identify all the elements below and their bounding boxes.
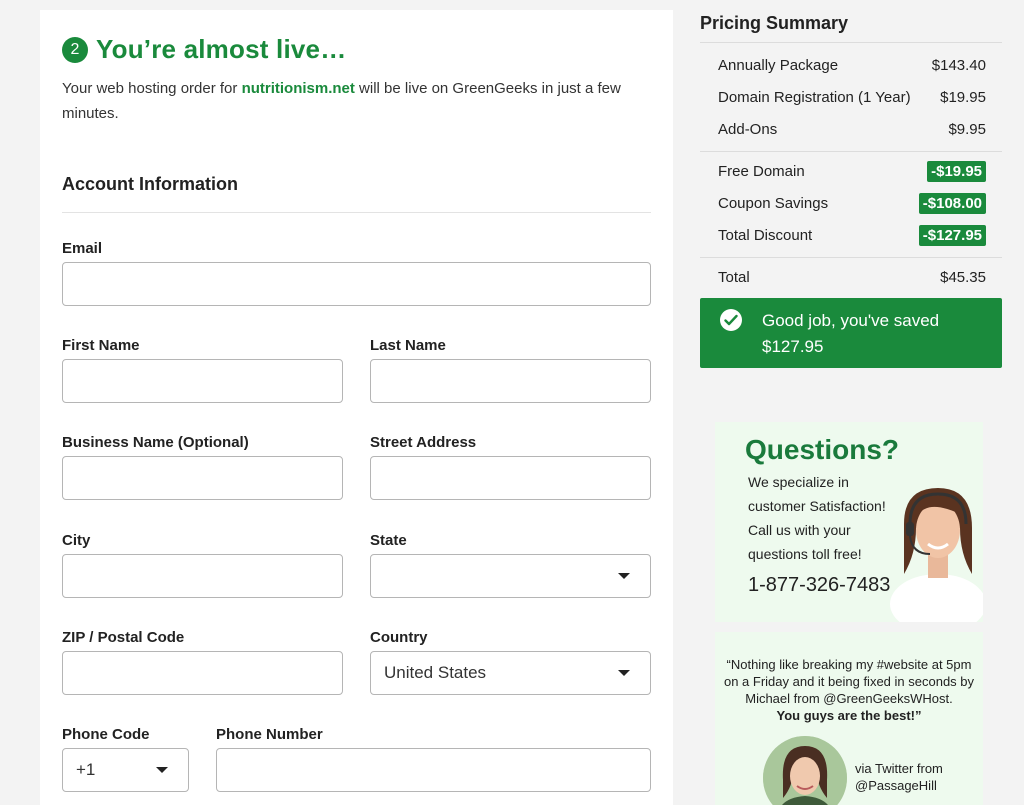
pricing-summary-title: Pricing Summary: [700, 13, 849, 33]
last-name-field[interactable]: [370, 359, 651, 403]
street-address-label: Street Address: [370, 434, 477, 451]
phone-number-field[interactable]: [216, 748, 651, 792]
discount-row: Coupon Savings -$108.00: [718, 192, 986, 214]
chevron-down-icon: [618, 670, 630, 676]
testimonial-quote: “Nothing like breaking my #website at 5p…: [723, 656, 975, 724]
intro-prefix: Your web hosting order for: [62, 80, 242, 97]
testimonial-handle: @PassageHill: [855, 778, 937, 793]
business-name-label: Business Name (Optional): [62, 434, 249, 451]
country-select-value: United States: [384, 663, 487, 682]
first-name-label: First Name: [62, 337, 140, 354]
discount-row: Free Domain -$19.95: [718, 160, 986, 182]
email-label: Email: [62, 240, 103, 257]
email-field[interactable]: [62, 262, 651, 306]
domain-name: nutritionism.net: [241, 80, 355, 97]
discount-label: Free Domain: [718, 162, 805, 180]
step-heading: 2 You’re almost live…: [62, 34, 346, 65]
discount-label: Coupon Savings: [718, 194, 829, 212]
checkout-form-card: 2 You’re almost live… Your web hosting o…: [40, 10, 673, 805]
summary-divider: [700, 151, 1002, 152]
business-name-field[interactable]: [62, 456, 343, 500]
city-field[interactable]: [62, 554, 343, 598]
testimonial-source: via Twitter from @PassageHill: [855, 760, 943, 794]
price-label: Add-Ons: [718, 120, 778, 138]
check-circle-icon: [720, 309, 742, 331]
testimonial-promo: “Nothing like breaking my #website at 5p…: [715, 632, 983, 805]
testimonial-quote-text: “Nothing like breaking my #website at 5p…: [723, 657, 975, 706]
discount-badge: -$19.95: [927, 160, 986, 182]
chevron-down-icon: [156, 767, 168, 773]
total-label: Total: [718, 268, 750, 286]
price-row: Annually Package $143.40: [718, 54, 986, 76]
testimonial-avatar: [763, 736, 847, 805]
support-title: Questions?: [745, 434, 900, 465]
price-row: Add-Ons $9.95: [718, 118, 986, 140]
summary-divider: [700, 257, 1002, 258]
price-label: Domain Registration (1 Year): [718, 88, 911, 106]
support-agent-image: [890, 488, 983, 622]
discount-label: Total Discount: [718, 226, 813, 244]
zip-label: ZIP / Postal Code: [62, 629, 185, 646]
phone-code-label: Phone Code: [62, 726, 150, 743]
intro-text: Your web hosting order for nutritionism.…: [62, 76, 662, 126]
account-information-heading: Account Information: [62, 174, 238, 194]
savings-message: Good job, you've saved $127.95: [762, 311, 940, 356]
support-text: We specialize in customer Satisfaction! …: [748, 474, 886, 562]
support-phone[interactable]: 1-877-326-7483: [748, 574, 890, 597]
price-label: Annually Package: [718, 56, 839, 74]
total-amount: $45.35: [940, 268, 986, 286]
last-name-label: Last Name: [370, 337, 446, 354]
state-select[interactable]: [370, 554, 651, 598]
phone-number-label: Phone Number: [216, 726, 323, 743]
country-label: Country: [370, 629, 428, 646]
discount-badge: -$127.95: [918, 224, 986, 246]
step-number-badge: 2: [62, 36, 88, 63]
chevron-down-icon: [618, 573, 630, 579]
city-label: City: [62, 532, 91, 549]
discount-row: Total Discount -$127.95: [718, 224, 986, 246]
first-name-field[interactable]: [62, 359, 343, 403]
price-amount: $143.40: [931, 56, 986, 74]
pricing-summary: Annually Package $143.40 Domain Registra…: [700, 42, 1002, 292]
testimonial-quote-bold: You guys are the best!”: [776, 708, 922, 723]
total-row: Total $45.35: [718, 266, 986, 288]
discount-badge: -$108.00: [918, 192, 986, 214]
support-promo: Questions? We specialize in customer Sat…: [715, 422, 983, 622]
country-select[interactable]: United States: [370, 651, 651, 695]
testimonial-via: via Twitter from: [855, 761, 943, 776]
state-label: State: [370, 532, 407, 549]
page-title: You’re almost live…: [96, 34, 347, 64]
price-row: Domain Registration (1 Year) $19.95: [718, 86, 986, 108]
price-amount: $19.95: [940, 88, 986, 106]
phone-code-value: +1: [76, 760, 96, 779]
price-amount: $9.95: [948, 120, 986, 138]
phone-code-select[interactable]: +1: [62, 748, 189, 792]
street-address-field[interactable]: [370, 456, 651, 500]
section-divider: [62, 212, 651, 213]
zip-field[interactable]: [62, 651, 343, 695]
savings-banner: Good job, you've saved $127.95: [700, 298, 1002, 368]
